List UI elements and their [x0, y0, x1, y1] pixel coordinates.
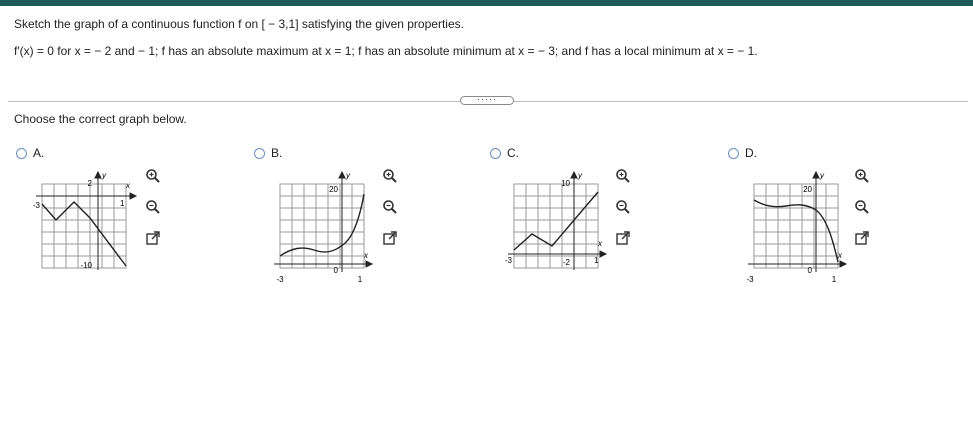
option-b-radio[interactable]	[254, 147, 265, 159]
option-d-radio[interactable]	[728, 147, 739, 159]
option-a-radio[interactable]	[16, 147, 27, 159]
option-d-radio-row[interactable]: D.	[728, 146, 757, 160]
graph-a-y-top: 2	[88, 179, 93, 188]
graph-a-y-axis-label: y	[101, 171, 107, 180]
graph-d-x-axis-label: x	[837, 251, 843, 260]
popout-icon[interactable]	[382, 230, 398, 246]
zoom-out-icon[interactable]	[854, 199, 870, 215]
graph-c: 10 -2 -3 1 x y	[505, 170, 608, 270]
option-a: A. 2 -10 -3 1 x y	[16, 146, 216, 296]
option-d: D. 20 0 -3 1 x y	[728, 146, 928, 296]
zoom-in-icon[interactable]	[382, 168, 398, 184]
graph-c-y-axis-label: y	[577, 171, 583, 180]
top-bar	[0, 0, 973, 6]
graph-b-y-axis-label: y	[345, 171, 351, 180]
option-b: B. 20 0 -3 1 x y	[254, 146, 454, 296]
instruction-text: Choose the correct graph below.	[14, 112, 187, 126]
graph-c-x-left: -3	[505, 256, 513, 265]
option-d-label: D.	[745, 146, 757, 160]
option-c-label: C.	[507, 146, 519, 160]
graph-d: 20 0 -3 1 x y	[746, 170, 848, 284]
graph-c-y-top: 10	[561, 179, 570, 188]
graph-d-y-axis-label: y	[819, 171, 825, 180]
option-c-radio[interactable]	[490, 147, 501, 159]
graph-b: 20 0 -3 1 x y	[274, 170, 374, 284]
graph-d-y-bottom: 0	[808, 266, 813, 275]
graph-a-x-left: -3	[33, 201, 41, 210]
zoom-in-icon[interactable]	[615, 168, 631, 184]
graph-c-x-axis-label: x	[597, 239, 603, 248]
zoom-in-icon[interactable]	[854, 168, 870, 184]
graph-a-x-axis-label: x	[125, 181, 131, 190]
graph-b-y-top: 20	[329, 185, 338, 194]
graph-d-x-right: 1	[832, 275, 837, 284]
option-a-radio-row[interactable]: A.	[16, 146, 44, 160]
popout-icon[interactable]	[145, 230, 161, 246]
option-c-radio-row[interactable]: C.	[490, 146, 519, 160]
option-b-radio-row[interactable]: B.	[254, 146, 282, 160]
option-b-label: B.	[271, 146, 283, 160]
graph-a: 2 -10 -3 1 x y	[33, 170, 138, 270]
graph-b-x-axis-label: x	[363, 251, 369, 260]
graph-b-x-right: 1	[358, 275, 363, 284]
option-a-label: A.	[33, 146, 45, 160]
zoom-out-icon[interactable]	[615, 199, 631, 215]
zoom-out-icon[interactable]	[145, 199, 161, 215]
graph-b-y-bottom: 0	[334, 266, 339, 275]
option-c: C. 10 -2 -3 1 x y	[490, 146, 690, 296]
zoom-in-icon[interactable]	[145, 168, 161, 184]
graph-d-x-left: -3	[746, 275, 754, 284]
graph-c-y-bottom: -2	[563, 258, 571, 267]
popout-icon[interactable]	[854, 230, 870, 246]
show-more-button[interactable]: ·····	[460, 95, 514, 105]
zoom-out-icon[interactable]	[382, 199, 398, 215]
popout-icon[interactable]	[615, 230, 631, 246]
graph-a-y-bottom: -10	[80, 261, 92, 270]
graph-d-y-top: 20	[803, 185, 812, 194]
graph-a-x-right: 1	[120, 199, 125, 208]
graph-c-x-right: 1	[594, 256, 599, 265]
question-properties: f′(x) = 0 for x = − 2 and − 1; f has an …	[14, 44, 758, 58]
graph-b-x-left: -3	[276, 275, 284, 284]
question-prompt: Sketch the graph of a continuous functio…	[14, 17, 464, 31]
